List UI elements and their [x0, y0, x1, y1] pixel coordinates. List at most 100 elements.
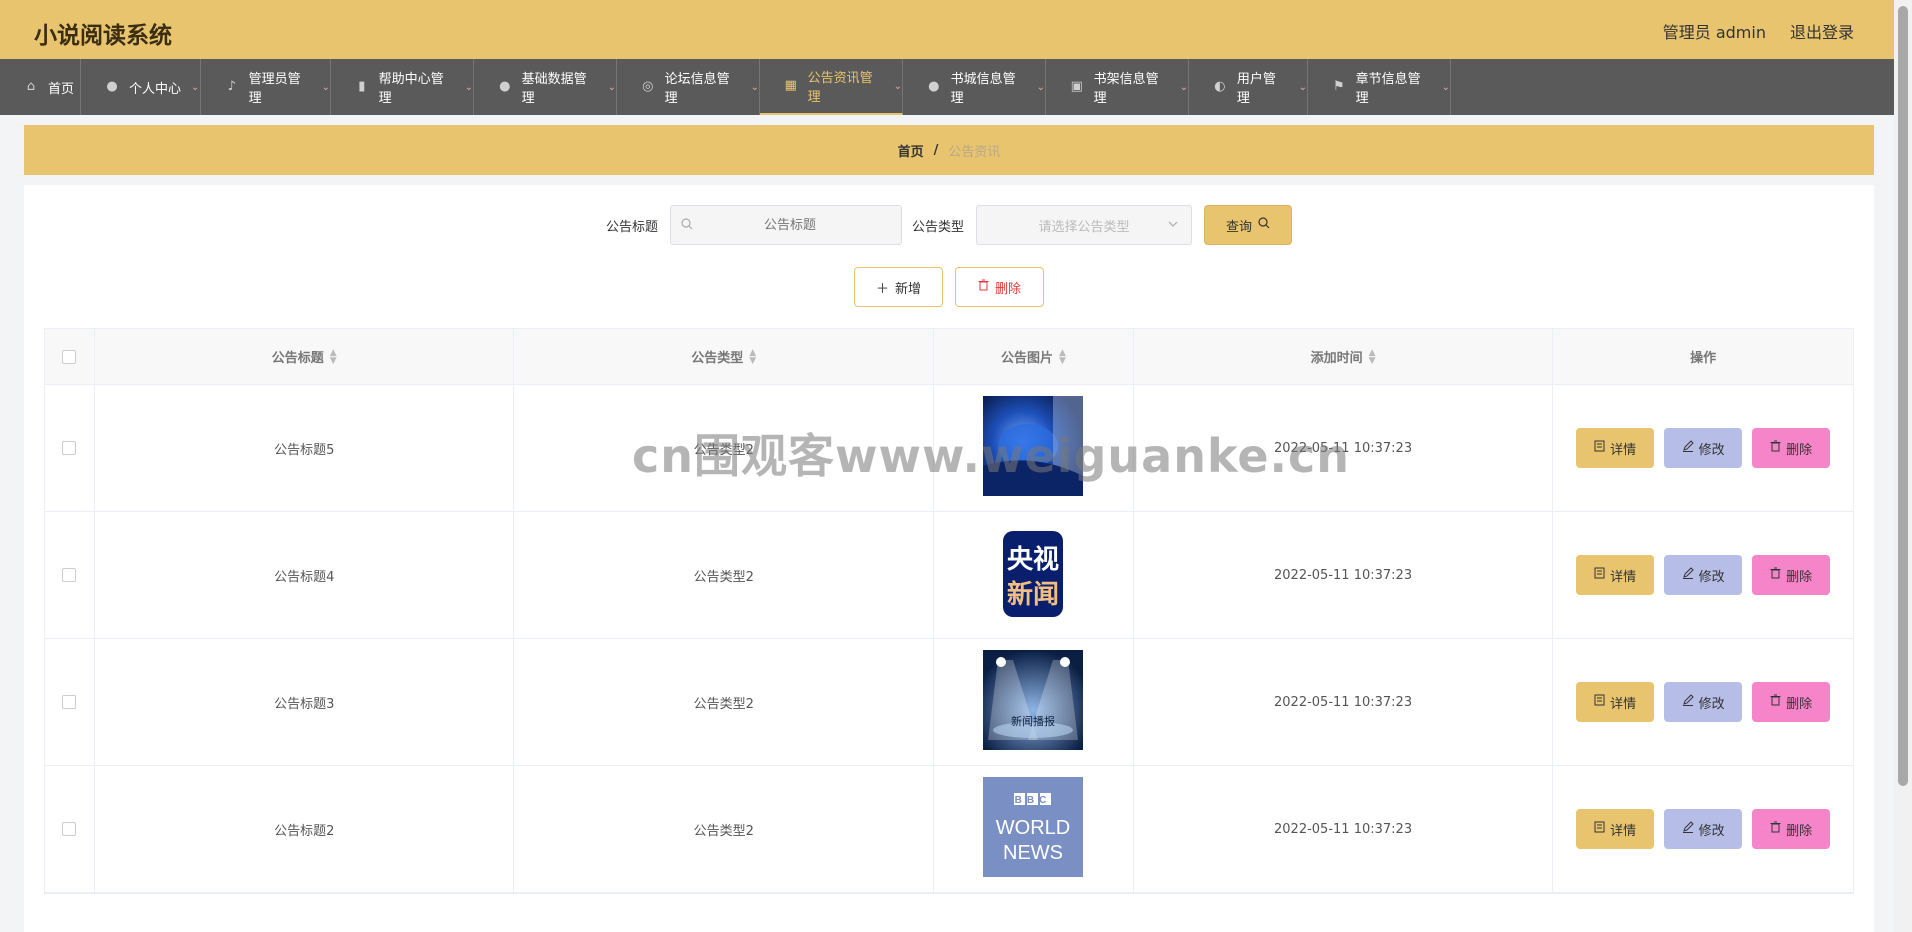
breadcrumb-home[interactable]: 首页 [898, 141, 924, 160]
action-buttons: ＋ 新增 删除 [24, 267, 1874, 307]
type-select[interactable]: 请选择公告类型 [976, 205, 1193, 245]
row-checkbox[interactable] [62, 441, 77, 455]
detail-button-label: 详情 [1610, 569, 1637, 585]
detail-button[interactable]: 详情 [1576, 682, 1655, 722]
chevron-down-icon: ⌄ [750, 81, 759, 93]
nav-item-5[interactable]: ◎ 论坛信息管理 ⌄ [617, 59, 760, 115]
home-icon: ⌂ [26, 79, 36, 94]
nav-item-6[interactable]: ▦ 公告资讯管理 ⌄ [760, 59, 903, 115]
nav-item-8[interactable]: ▣ 书架信息管理 ⌄ [1046, 59, 1189, 115]
edit-button[interactable]: 修改 [1664, 682, 1743, 722]
nav-item-label: 首页 [48, 81, 75, 97]
edit-button[interactable]: 修改 [1664, 555, 1743, 595]
document-icon [1594, 567, 1605, 583]
row-time: 2022-05-11 10:37:23 [1134, 385, 1554, 511]
announcement-thumbnail[interactable]: 新闻播报 [983, 650, 1084, 754]
user-icon: ● [928, 79, 940, 94]
logout-button[interactable]: 退出登录 [1790, 19, 1854, 43]
row-checkbox[interactable] [62, 568, 77, 582]
announcement-thumbnail[interactable]: BBC WORLD NEWS [983, 777, 1084, 881]
nav-item-2[interactable]: ♪ 管理员管理 ⌄ [201, 59, 331, 115]
person-icon: ● [106, 79, 118, 94]
plus-icon: ＋ [875, 281, 889, 297]
delete-button-label: 删除 [1786, 442, 1813, 458]
detail-button-label: 详情 [1610, 823, 1637, 839]
delete-button[interactable]: 删除 [1752, 428, 1831, 468]
row-checkbox[interactable] [62, 822, 77, 836]
header-type[interactable]: 公告类型 ▲ ▼ [514, 329, 935, 384]
nav-item-9[interactable]: ◐ 用户管理 ⌄ [1189, 59, 1308, 115]
row-ops: 详情 修改 删除 [1553, 639, 1853, 765]
trash-icon [1770, 694, 1781, 710]
svg-text:NEWS: NEWS [1003, 842, 1063, 864]
svg-text:新闻播报: 新闻播报 [1011, 714, 1055, 728]
row-ops: 详情 修改 删除 [1553, 766, 1853, 892]
bulk-delete-button[interactable]: 删除 [955, 267, 1044, 307]
sort-icon[interactable]: ▲ ▼ [330, 348, 337, 365]
sort-icon[interactable]: ▲ ▼ [749, 348, 756, 365]
announcement-thumbnail[interactable]: 央视 新闻 [983, 523, 1084, 627]
chevron-down-icon: ⌄ [1441, 81, 1450, 93]
row-title: 公告标题3 [95, 639, 515, 765]
nav-item-label: 个人中心 [129, 81, 182, 97]
row-ops: 详情 修改 删除 [1553, 512, 1853, 638]
header-image[interactable]: 公告图片 ▲ ▼ [934, 329, 1134, 384]
user-icon: ● [499, 79, 511, 94]
select-all-checkbox[interactable] [62, 349, 77, 364]
nav-item-label: 管理员管理 [248, 72, 301, 106]
nav-item-label: 基础数据管理 [521, 72, 587, 106]
chevron-down-icon: ⌄ [607, 81, 616, 93]
delete-button[interactable]: 删除 [1752, 809, 1831, 849]
nav-item-0[interactable]: ⌂ 首页 [0, 59, 81, 115]
detail-button[interactable]: 详情 [1576, 428, 1655, 468]
chevron-down-icon: ⌄ [191, 81, 200, 93]
nav-item-10[interactable]: ⚑ 章节信息管理 ⌄ [1308, 59, 1451, 115]
table-row: 公告标题3 公告类型2 新闻播报 2022-05-11 10:37:23 详情 … [45, 639, 1853, 766]
header-ops: 操作 [1553, 329, 1853, 384]
sort-icon[interactable]: ▲ ▼ [1369, 348, 1376, 365]
add-button[interactable]: ＋ 新增 [854, 267, 943, 307]
nav-item-label: 帮助中心管理 [378, 72, 444, 106]
nav-item-4[interactable]: ● 基础数据管理 ⌄ [474, 59, 617, 115]
row-type: 公告类型2 [514, 385, 935, 511]
nav-item-7[interactable]: ● 书城信息管理 ⌄ [903, 59, 1046, 115]
page-scrollbar[interactable] [1894, 0, 1912, 932]
delete-button-label: 删除 [1786, 569, 1813, 585]
breadcrumb: 首页 / 公告资讯 [24, 125, 1874, 175]
edit-button-label: 修改 [1698, 696, 1725, 712]
delete-button[interactable]: 删除 [1752, 682, 1831, 722]
title-search-field[interactable] [670, 205, 902, 245]
table-row: 公告标题2 公告类型2 BBC WORLD NEWS 2022-05-11 10:3… [45, 766, 1853, 893]
query-button[interactable]: 查询 [1204, 205, 1293, 245]
pencil-icon [1682, 440, 1694, 456]
detail-button[interactable]: 详情 [1576, 809, 1655, 849]
row-check-cell [45, 639, 95, 765]
chevron-down-icon: ⌄ [1036, 81, 1045, 93]
search-icon [1258, 217, 1270, 233]
table-row: 公告标题4 公告类型2 央视 新闻 2022-05-11 10:37:23 详情 … [45, 512, 1853, 639]
title-search-input[interactable] [695, 217, 885, 233]
delete-button[interactable]: 删除 [1752, 555, 1831, 595]
row-ops: 详情 修改 删除 [1553, 385, 1853, 511]
nav-item-3[interactable]: ▮ 帮助中心管理 ⌄ [331, 59, 474, 115]
sort-icon[interactable]: ▲ ▼ [1059, 348, 1066, 365]
detail-button[interactable]: 详情 [1576, 555, 1655, 595]
row-time: 2022-05-11 10:37:23 [1134, 766, 1554, 892]
delete-button-label: 删除 [1786, 823, 1813, 839]
pencil-icon [1682, 821, 1694, 837]
header-title[interactable]: 公告标题 ▲ ▼ [95, 329, 515, 384]
flag-icon: ⚑ [1332, 79, 1345, 94]
edit-button[interactable]: 修改 [1664, 809, 1743, 849]
admin-user-label[interactable]: 管理员 admin [1663, 19, 1766, 43]
query-button-label: 查询 [1226, 219, 1253, 235]
pencil-icon [1682, 694, 1694, 710]
row-checkbox[interactable] [62, 695, 77, 709]
edit-button[interactable]: 修改 [1664, 428, 1743, 468]
type-select-label: 公告类型 [912, 219, 965, 235]
scrollbar-thumb[interactable] [1898, 6, 1908, 786]
announcement-thumbnail[interactable] [983, 396, 1084, 500]
nav-item-label: 书架信息管理 [1093, 72, 1159, 106]
nav-item-label: 章节信息管理 [1355, 72, 1421, 106]
header-time[interactable]: 添加时间 ▲ ▼ [1134, 329, 1554, 384]
nav-item-1[interactable]: ● 个人中心 ⌄ [81, 59, 201, 115]
